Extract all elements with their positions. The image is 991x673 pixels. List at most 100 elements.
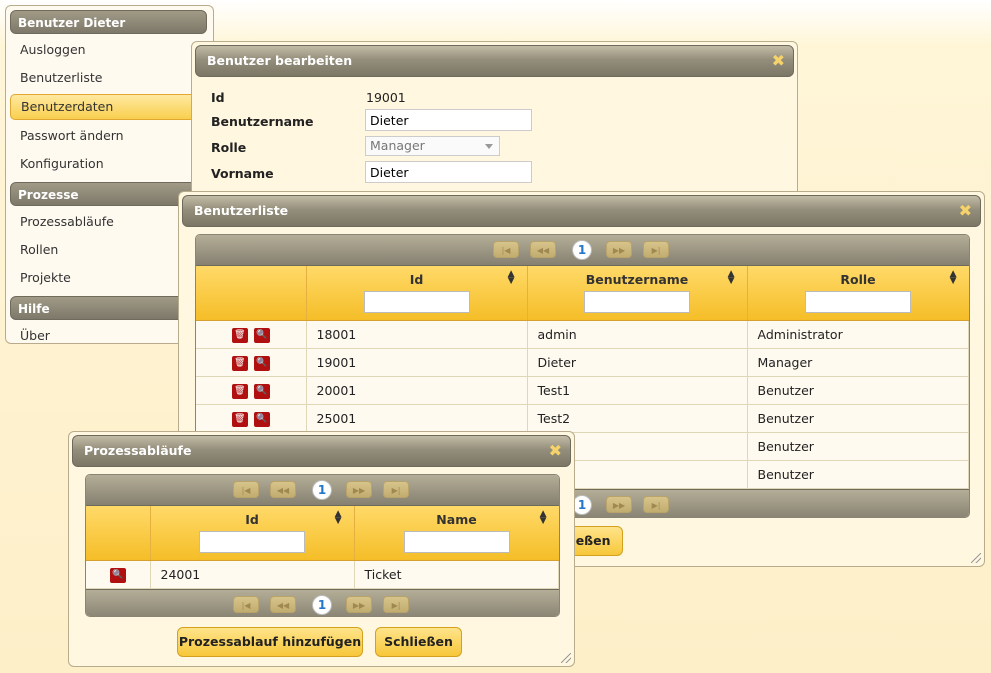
close-icon[interactable]: ✖ (959, 196, 972, 226)
close-button-label: ießen (571, 533, 611, 548)
cell-id: 25001 (306, 404, 528, 433)
add-process-button[interactable]: Prozessablauf hinzufügen (177, 627, 363, 657)
search-icon[interactable]: 🔍 (253, 327, 270, 343)
sort-icon[interactable]: ▲ ▼ (728, 270, 735, 286)
role-select[interactable]: Manager (365, 136, 500, 156)
edit-user-title: Benutzer bearbeiten (207, 53, 353, 68)
last-page-button[interactable]: ▶| (643, 241, 669, 258)
username-input[interactable] (365, 109, 532, 131)
role-select-value: Manager (370, 138, 425, 153)
firstname-label: Vorname (211, 166, 274, 181)
row-actions: 🗑 🔍 (196, 348, 307, 377)
column-title: Name (436, 512, 477, 527)
firstname-input[interactable] (365, 161, 532, 183)
last-page-button[interactable]: ▶| (643, 496, 669, 513)
next-page-button[interactable]: ▶▶ (346, 481, 372, 498)
delete-icon[interactable]: 🗑 (231, 327, 248, 343)
table-row[interactable]: 🗑 🔍 20001 Test1 Benutzer (196, 376, 969, 405)
row-actions: 🗑 🔍 (196, 320, 307, 349)
process-title: Prozessabläufe (84, 443, 192, 458)
resize-handle[interactable] (971, 553, 981, 563)
row-actions: 🔍 (86, 560, 151, 589)
close-button[interactable]: Schließen (375, 627, 462, 657)
cell-username: Test2 (527, 404, 748, 433)
column-title: Benutzername (585, 272, 689, 287)
menu-item-ausloggen[interactable]: Ausloggen (10, 36, 209, 64)
menu-item-benutzerliste[interactable]: Benutzerliste (10, 64, 209, 92)
user-list-titlebar[interactable]: Benutzerliste ✖ (182, 195, 981, 227)
cell-role: Benutzer (747, 376, 969, 405)
search-icon[interactable]: 🔍 (253, 411, 270, 427)
sort-icon[interactable]: ▲ ▼ (540, 510, 547, 526)
edit-user-titlebar[interactable]: Benutzer bearbeiten ✖ (195, 45, 794, 77)
sort-icon[interactable]: ▲ ▼ (950, 270, 957, 286)
table-row[interactable]: 🗑 🔍 25001 Test2 Benutzer (196, 404, 969, 433)
cell-role: Administrator (747, 320, 969, 349)
process-table: Id ▲ ▼ Name ▲ ▼ 🔍 24001 Ticket (86, 506, 559, 589)
next-page-button[interactable]: ▶▶ (606, 241, 632, 258)
prev-page-button[interactable]: ◀◀ (530, 241, 556, 258)
delete-icon[interactable]: 🗑 (231, 355, 248, 371)
page-number[interactable]: 1 (312, 480, 332, 500)
sort-icon[interactable]: ▲ ▼ (335, 510, 342, 526)
first-page-button[interactable]: |◀ (233, 596, 259, 613)
username-label: Benutzername (211, 114, 314, 129)
page-number[interactable]: 1 (572, 495, 592, 515)
column-header-name[interactable]: Name ▲ ▼ (354, 506, 559, 561)
sort-icon[interactable]: ▲ ▼ (508, 270, 515, 286)
search-icon[interactable]: 🔍 (253, 383, 270, 399)
column-header-id[interactable]: Id ▲ ▼ (150, 506, 355, 561)
cell-role: Benutzer (747, 432, 969, 461)
filter-input-username[interactable] (584, 291, 690, 313)
id-label: Id (211, 90, 225, 105)
page-number[interactable]: 1 (572, 240, 592, 260)
filter-input-name[interactable] (403, 531, 510, 553)
search-icon[interactable]: 🔍 (253, 355, 270, 371)
cell-id: 20001 (306, 376, 528, 405)
menu-item-konfiguration[interactable]: Konfiguration (10, 150, 209, 178)
filter-input-id[interactable] (199, 531, 305, 553)
search-icon[interactable]: 🔍 (109, 567, 126, 583)
filter-input-role[interactable] (805, 291, 911, 313)
column-header-username[interactable]: Benutzername ▲ ▼ (527, 266, 748, 321)
next-page-button[interactable]: ▶▶ (606, 496, 632, 513)
process-grid: |◀ ◀◀ 1 ▶▶ ▶| Id ▲ ▼ Name ▲ ▼ 🔍 24001 Ti… (85, 474, 560, 617)
resize-handle[interactable] (561, 653, 571, 663)
column-header-id[interactable]: Id ▲ ▼ (306, 266, 528, 321)
cell-role: Benutzer (747, 404, 969, 433)
cell-role: Manager (747, 348, 969, 377)
column-title: Id (409, 272, 424, 287)
delete-icon[interactable]: 🗑 (231, 383, 248, 399)
paginator-bottom: |◀ ◀◀ 1 ▶▶ ▶| (86, 589, 559, 616)
prev-page-button[interactable]: ◀◀ (270, 596, 296, 613)
table-header-row: Id ▲ ▼ Name ▲ ▼ (86, 506, 559, 561)
column-header-role[interactable]: Rolle ▲ ▼ (747, 266, 969, 321)
table-header-row: Id ▲ ▼ Benutzername ▲ ▼ Rolle ▲ ▼ (196, 266, 969, 321)
process-dialog: Prozessabläufe ✖ |◀ ◀◀ 1 ▶▶ ▶| Id ▲ ▼ Nam… (68, 431, 575, 667)
cell-id: 19001 (306, 348, 528, 377)
menu-section-benutzer: Benutzer Dieter (10, 10, 207, 34)
process-titlebar[interactable]: Prozessabläufe ✖ (72, 435, 571, 467)
cell-id: 24001 (150, 560, 355, 589)
paginator-top: |◀ ◀◀ 1 ▶▶ ▶| (196, 235, 969, 266)
last-page-button[interactable]: ▶| (383, 596, 409, 613)
first-page-button[interactable]: |◀ (493, 241, 519, 258)
last-page-button[interactable]: ▶| (383, 481, 409, 498)
delete-icon[interactable]: 🗑 (231, 411, 248, 427)
close-icon[interactable]: ✖ (772, 46, 785, 76)
menu-item-benutzerdaten[interactable]: Benutzerdaten (10, 94, 209, 120)
table-row[interactable]: 🔍 24001 Ticket (86, 560, 559, 589)
table-row[interactable]: 🗑 🔍 19001 Dieter Manager (196, 348, 969, 377)
close-icon[interactable]: ✖ (549, 436, 562, 466)
close-button-label: Schließen (384, 634, 453, 649)
filter-input-id[interactable] (363, 291, 470, 313)
next-page-button[interactable]: ▶▶ (346, 596, 372, 613)
first-page-button[interactable]: |◀ (233, 481, 259, 498)
menu-item-passwort-aendern[interactable]: Passwort ändern (10, 122, 209, 150)
role-label: Rolle (211, 140, 247, 155)
table-row[interactable]: 🗑 🔍 18001 admin Administrator (196, 320, 969, 349)
page-number[interactable]: 1 (312, 595, 332, 615)
action-column-header (196, 266, 307, 321)
prev-page-button[interactable]: ◀◀ (270, 481, 296, 498)
cell-username: Dieter (527, 348, 748, 377)
